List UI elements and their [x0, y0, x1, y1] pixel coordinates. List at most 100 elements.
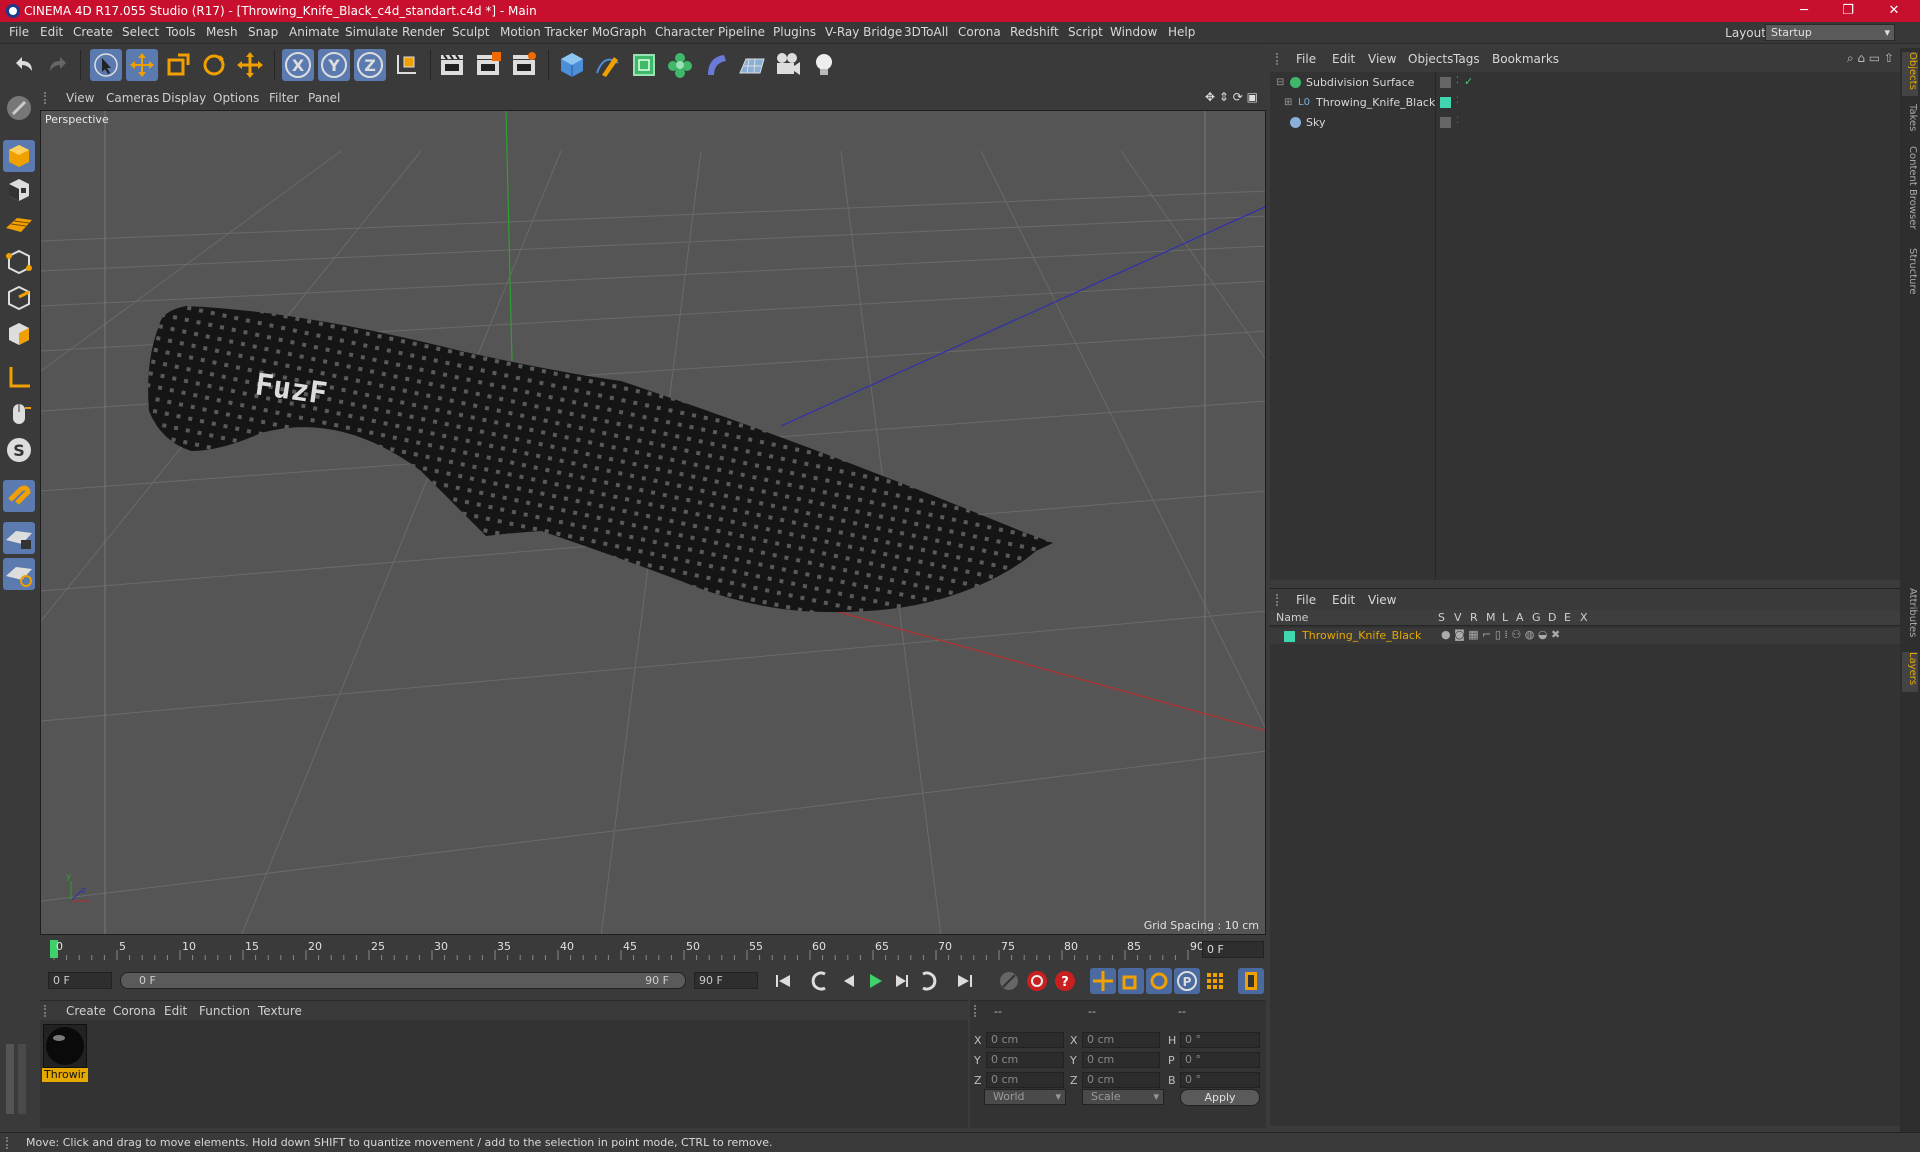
start-frame-field[interactable]: 0 F [48, 972, 112, 989]
frame-range-slider[interactable]: 0 F 90 F [120, 972, 686, 989]
texture-mode-button[interactable] [3, 174, 35, 206]
col-xref[interactable]: X [1580, 611, 1588, 624]
viewport-menu-display[interactable]: Display [162, 91, 206, 105]
drag-handle-icon[interactable] [1276, 53, 1286, 65]
viewport-menu-filter[interactable]: Filter [269, 91, 299, 105]
snapping-button[interactable]: S [3, 434, 35, 466]
col-expressions[interactable]: E [1564, 611, 1571, 624]
tree-collapse-icon[interactable]: ⊟ [1276, 77, 1284, 88]
viewport-nav-icons[interactable]: ✥ ⇕ ⟳ ▣ [1205, 90, 1258, 104]
col-name[interactable]: Name [1276, 611, 1308, 624]
tab-attributes[interactable]: Attributes [1902, 588, 1918, 646]
workplane-sync-button[interactable] [3, 558, 35, 590]
om-menu-bookmarks[interactable]: Bookmarks [1492, 52, 1559, 66]
play-button[interactable] [862, 968, 888, 994]
rotate-tool-button[interactable] [198, 49, 230, 81]
menu-3dtoall[interactable]: 3DToAll [904, 25, 948, 39]
go-to-start-button[interactable] [770, 968, 796, 994]
material-menu-corona[interactable]: Corona [113, 1004, 156, 1018]
tab-takes[interactable]: Takes [1902, 104, 1918, 134]
col-generators[interactable]: G [1532, 611, 1541, 624]
enabled-check-icon[interactable]: ✓ [1464, 75, 1473, 88]
layer-flag-icons[interactable]: ● ◙ ▦ ⌐ ▯ ⁞ ⚇ ◍ ◒ ✖ [1441, 628, 1560, 641]
tree-expand-icon[interactable]: ⊞ [1284, 97, 1292, 108]
om-toolbar-icons[interactable]: ⌕ ⌂ ▭ ⇧ [1847, 51, 1894, 66]
col-locked[interactable]: L [1502, 611, 1508, 624]
3d-viewport[interactable]: FuzF y z Perspective Grid Spacing : 10 c… [40, 110, 1266, 935]
rot-b-field[interactable]: 0 ° [1180, 1072, 1260, 1088]
make-editable-button[interactable] [3, 92, 35, 124]
pos-z-field[interactable]: 0 cm [986, 1072, 1064, 1088]
y-axis-lock-button[interactable]: Y [318, 49, 350, 81]
material-menu-texture[interactable]: Texture [258, 1004, 302, 1018]
size-x-field[interactable]: 0 cm [1082, 1032, 1160, 1048]
object-row-sky[interactable]: Sky ⁚ [1270, 114, 1900, 132]
tweak-mode-button[interactable] [3, 398, 35, 430]
points-mode-button[interactable] [3, 246, 35, 278]
throwing-knife-model[interactable] [148, 306, 1054, 613]
om-menu-view[interactable]: View [1368, 52, 1396, 66]
drag-handle-icon[interactable] [974, 1005, 984, 1017]
go-to-end-button[interactable] [952, 968, 978, 994]
col-render[interactable]: R [1470, 611, 1478, 624]
menu-edit[interactable]: Edit [40, 25, 63, 39]
minimize-button[interactable]: ─ [1782, 0, 1826, 22]
timeline-window-button[interactable] [1238, 968, 1264, 994]
material-menu-function[interactable]: Function [199, 1004, 250, 1018]
tab-content-browser[interactable]: Content Browser [1902, 146, 1918, 242]
om-menu-file[interactable]: File [1296, 52, 1316, 66]
pos-x-field[interactable]: 0 cm [986, 1032, 1064, 1048]
menu-render[interactable]: Render [402, 25, 445, 39]
menu-character[interactable]: Character [655, 25, 714, 39]
coordinate-mode-dropdown[interactable]: World ▾ [984, 1089, 1066, 1105]
menu-sculpt[interactable]: Sculpt [452, 25, 489, 39]
col-animation[interactable]: A [1516, 611, 1524, 624]
menu-simulate[interactable]: Simulate [345, 25, 398, 39]
tab-objects[interactable]: Objects [1902, 52, 1918, 96]
x-axis-lock-button[interactable]: X [282, 49, 314, 81]
tab-layers[interactable]: Layers [1902, 652, 1918, 692]
undo-button[interactable] [8, 49, 40, 81]
menu-pipeline[interactable]: Pipeline [718, 25, 765, 39]
drag-handle-icon[interactable] [44, 1005, 54, 1017]
go-to-next-key-button[interactable] [914, 968, 940, 994]
go-to-prev-key-button[interactable] [808, 968, 834, 994]
recent-tool-button[interactable] [234, 49, 266, 81]
key-position-button[interactable] [1090, 968, 1116, 994]
pos-y-field[interactable]: 0 cm [986, 1052, 1064, 1068]
menu-help[interactable]: Help [1168, 25, 1195, 39]
menu-tools[interactable]: Tools [166, 25, 196, 39]
redo-button[interactable] [42, 49, 74, 81]
record-active-objects-button[interactable] [1024, 968, 1050, 994]
add-subdivision-surface-button[interactable] [628, 49, 660, 81]
visibility-dots-icon[interactable]: ⁚ [1456, 76, 1459, 86]
col-deformers[interactable]: D [1548, 611, 1556, 624]
record-keys-off-button[interactable] [996, 968, 1022, 994]
material-menu-edit[interactable]: Edit [164, 1004, 187, 1018]
object-row-subdivision-surface[interactable]: ⊟ Subdivision Surface ⁚ ✓ [1270, 74, 1900, 92]
add-mograph-cloner-button[interactable] [664, 49, 696, 81]
menu-redshift[interactable]: Redshift [1010, 25, 1059, 39]
key-parameter-button[interactable]: P [1174, 968, 1200, 994]
add-floor-button[interactable] [736, 49, 768, 81]
next-frame-button[interactable] [888, 968, 914, 994]
lm-menu-file[interactable]: File [1296, 593, 1316, 607]
size-mode-dropdown[interactable]: Scale ▾ [1082, 1089, 1164, 1105]
move-tool-button[interactable] [126, 49, 158, 81]
close-button[interactable]: ✕ [1872, 0, 1916, 22]
lm-menu-edit[interactable]: Edit [1332, 593, 1355, 607]
layer-tag-icon[interactable] [1440, 117, 1451, 128]
viewport-menu-view[interactable]: View [66, 91, 94, 105]
menu-corona[interactable]: Corona [958, 25, 1001, 39]
timeline-ruler[interactable]: 0 5 10 15 20 25 30 35 40 45 50 55 60 65 70 75 80 85 90 0 F [40, 938, 1266, 962]
layer-color-swatch[interactable] [1440, 97, 1451, 108]
viewport-menu-panel[interactable]: Panel [308, 91, 340, 105]
axis-mode-button[interactable] [3, 362, 35, 394]
end-frame-field[interactable]: 90 F [694, 972, 758, 989]
apply-button[interactable]: Apply [1180, 1089, 1260, 1106]
menu-select[interactable]: Select [122, 25, 159, 39]
rot-p-field[interactable]: 0 ° [1180, 1052, 1260, 1068]
visibility-dots-icon[interactable]: ⁚ [1456, 96, 1459, 106]
layer-row-throwing-knife-black[interactable]: Throwing_Knife_Black ● ◙ ▦ ⌐ ▯ ⁞ ⚇ ◍ ◒ ✖ [1270, 628, 1900, 644]
visibility-dots-icon[interactable]: ⁚ [1456, 116, 1459, 126]
